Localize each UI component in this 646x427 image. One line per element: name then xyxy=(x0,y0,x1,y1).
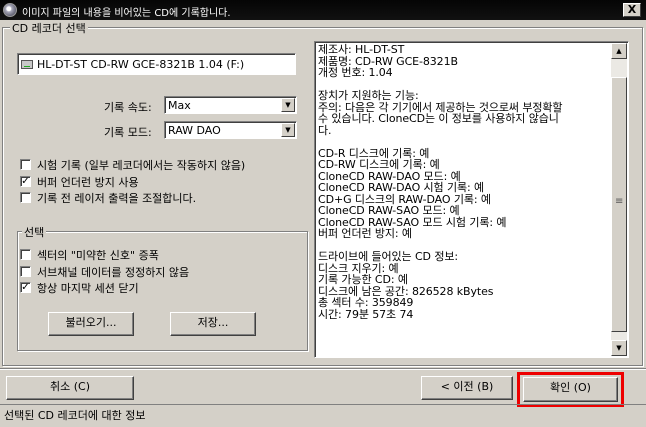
scroll-thumb[interactable] xyxy=(611,77,627,332)
write-mode-label: 기록 모드: xyxy=(104,126,152,139)
info-scrollbar[interactable]: ▲ ▼ xyxy=(611,43,627,356)
close-button[interactable]: X xyxy=(623,3,641,17)
write-speed-select[interactable]: Max ▼ xyxy=(164,96,297,114)
scroll-down-icon[interactable]: ▼ xyxy=(611,340,627,356)
cancel-button[interactable]: 취소 (C) xyxy=(6,376,134,400)
write-mode-select[interactable]: RAW DAO ▼ xyxy=(164,121,297,139)
test-write-checkbox[interactable] xyxy=(20,159,31,170)
close-session-label: 항상 마지막 세션 닫기 xyxy=(37,282,139,295)
device-info-panel[interactable]: 제조사: HL-DT-ST 제품명: CD-RW GCE-8321B 개정 번호… xyxy=(314,41,629,358)
laser-power-label: 기록 전 레이저 출력을 조절합니다. xyxy=(37,192,197,205)
bottom-separator xyxy=(0,368,646,370)
section-label: CD 레코더 선택 xyxy=(10,20,88,36)
drive-icon xyxy=(21,60,33,69)
buffer-underrun-label: 버퍼 언더런 방지 사용 xyxy=(37,176,139,189)
write-speed-value: Max xyxy=(168,99,191,112)
no-subchannel-fix-label: 서브채널 데이터를 정정하지 않음 xyxy=(37,266,190,279)
laser-power-checkbox[interactable] xyxy=(20,192,31,203)
chevron-down-icon[interactable]: ▼ xyxy=(281,123,295,137)
load-button[interactable]: 불러오기... xyxy=(48,312,134,336)
device-info-text: 제조사: HL-DT-ST 제품명: CD-RW GCE-8321B 개정 번호… xyxy=(318,43,563,321)
options-group-label: 선택 xyxy=(22,224,47,240)
chevron-down-icon[interactable]: ▼ xyxy=(281,98,295,112)
amplify-weak-sectors-label: 섹터의 "미약한 신호" 증폭 xyxy=(37,249,159,262)
write-speed-label: 기록 속도: xyxy=(104,101,152,114)
app-disc-icon xyxy=(3,3,17,17)
amplify-weak-sectors-checkbox[interactable] xyxy=(20,249,31,260)
buffer-underrun-checkbox[interactable]: ✓ xyxy=(20,176,31,187)
test-write-label: 시험 기록 (일부 레코더에서는 작동하지 않음) xyxy=(37,159,246,172)
ok-highlight-box xyxy=(517,372,624,407)
drive-list[interactable]: HL-DT-ST CD-RW GCE-8321B 1.04 (F:) xyxy=(17,53,296,75)
save-button[interactable]: 저장... xyxy=(170,312,256,336)
write-mode-value: RAW DAO xyxy=(168,124,221,137)
back-button[interactable]: < 이전 (B) xyxy=(421,376,513,400)
no-subchannel-fix-checkbox[interactable] xyxy=(20,266,31,277)
drive-name: HL-DT-ST CD-RW GCE-8321B 1.04 (F:) xyxy=(37,58,245,71)
close-session-checkbox[interactable]: ✓ xyxy=(20,282,31,293)
status-text: 선택된 CD 레코더에 대한 정보 xyxy=(4,409,146,422)
title-bar: 이미지 파일의 내용을 비어있는 CD에 기록합니다. X xyxy=(0,0,646,20)
scroll-up-icon[interactable]: ▲ xyxy=(611,43,627,59)
window-title: 이미지 파일의 내용을 비어있는 CD에 기록합니다. xyxy=(22,8,231,19)
